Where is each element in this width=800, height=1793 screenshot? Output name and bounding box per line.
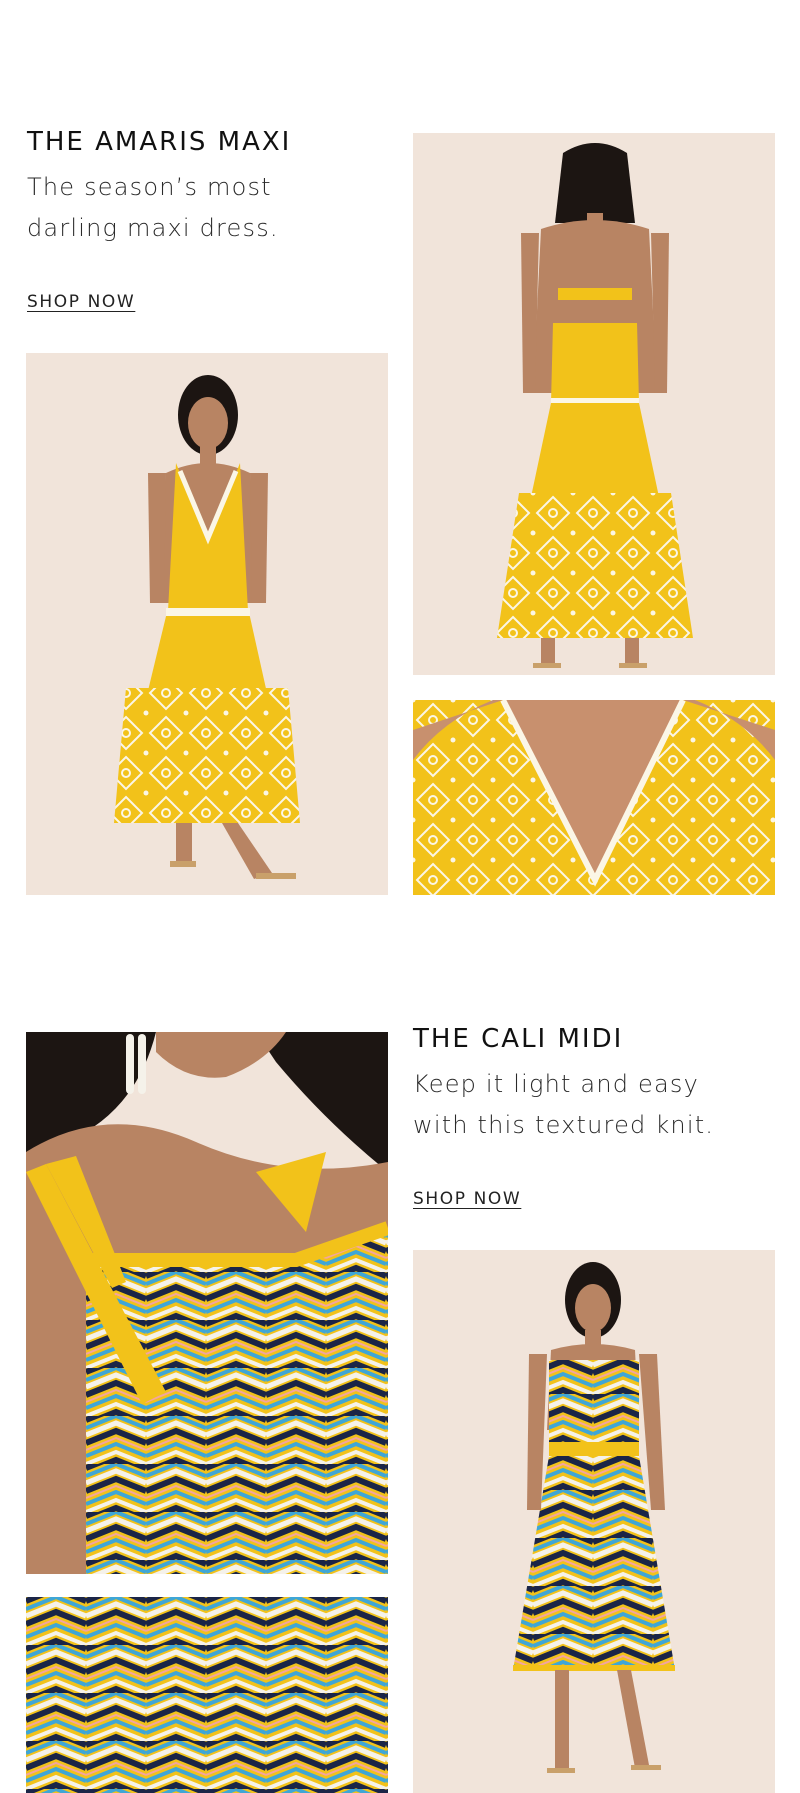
shop-now-link-amaris[interactable]: SHOP NOW [27,292,135,312]
shop-now-link-cali[interactable]: SHOP NOW [413,1189,521,1209]
section-title-cali: THE CALI MIDI [413,1024,624,1054]
section-subtitle-cali: Keep it light and easy with this texture… [413,1064,714,1146]
cali-closeup-image[interactable] [26,1032,388,1574]
amaris-back-image[interactable] [413,133,775,675]
cali-knit-detail-image[interactable] [26,1597,388,1793]
section-title-amaris: THE AMARIS MAXI [27,127,292,157]
subtitle-line: The season’s most [27,173,272,201]
cali-full-image[interactable] [413,1250,775,1793]
subtitle-line: with this textured knit. [413,1111,715,1139]
amaris-detail-image[interactable] [413,700,775,895]
subtitle-line: darling maxi dress. [27,214,279,242]
subtitle-line: Keep it light and easy [413,1070,699,1098]
amaris-front-image[interactable] [26,353,388,895]
section-subtitle-amaris: The season’s most darling maxi dress. [27,167,279,249]
